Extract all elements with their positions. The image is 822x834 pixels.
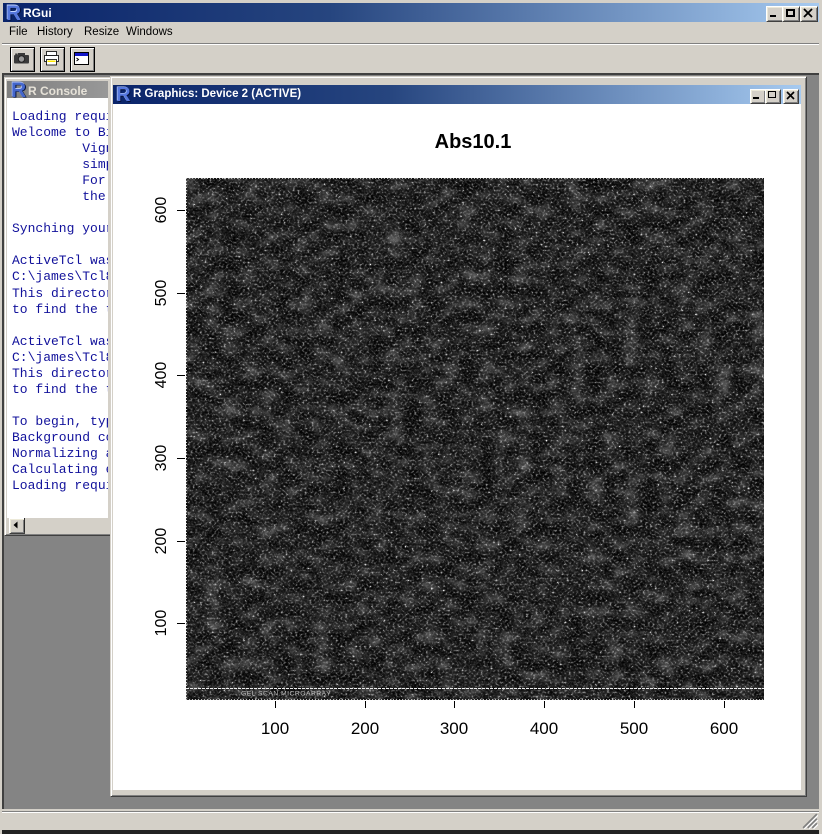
svg-text:R: R bbox=[116, 86, 131, 103]
svg-text:GEL SCAN MICROARRAY: GEL SCAN MICROARRAY bbox=[241, 691, 331, 698]
svg-text:R: R bbox=[6, 4, 21, 22]
svg-text:R: R bbox=[11, 81, 26, 99]
